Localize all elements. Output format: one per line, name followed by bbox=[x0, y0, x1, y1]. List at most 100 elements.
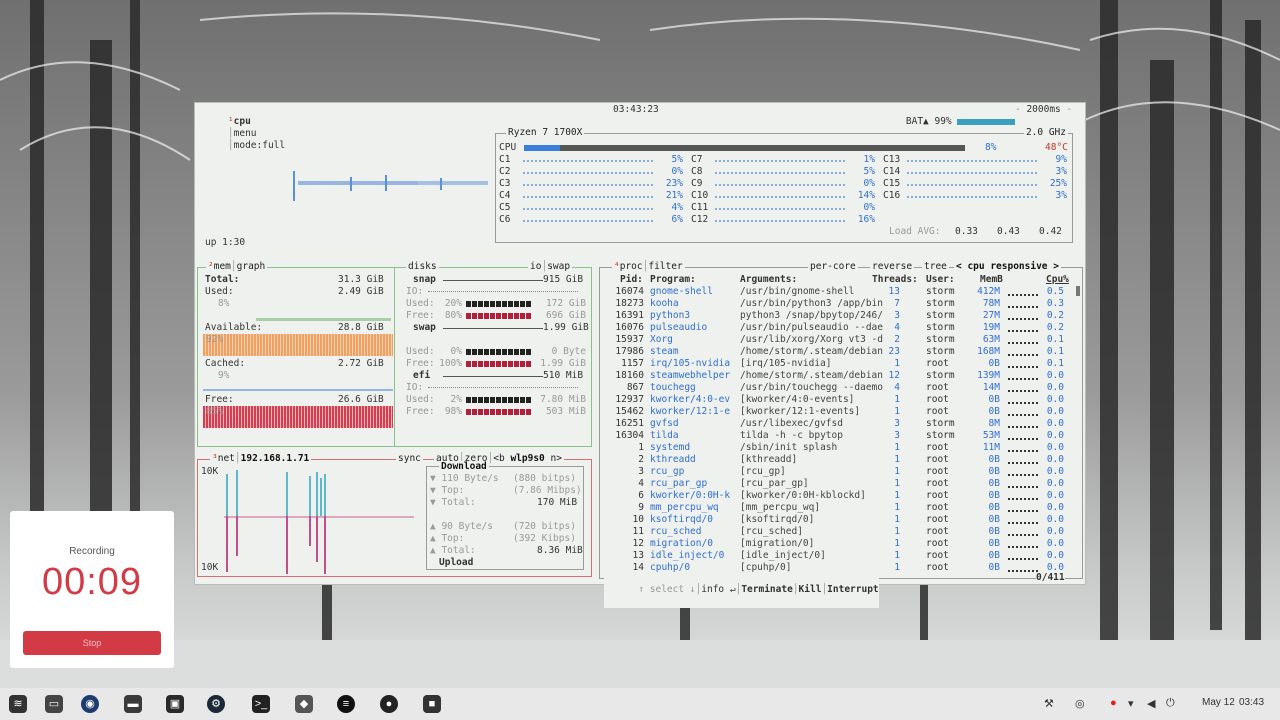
proc-user: root bbox=[926, 382, 949, 393]
proc-row[interactable]: 4 rcu_par_gp [rcu_par_gp] 1 root 0B 0.0 bbox=[600, 478, 1080, 490]
proc-row[interactable]: 18273 kooha/usr/bin/python3 /app/bin 7 stor… bbox=[600, 298, 1080, 310]
proc-interrupt-button[interactable]: Interrupt bbox=[827, 584, 878, 595]
taskbar-date[interactable]: May 12 bbox=[1202, 697, 1235, 708]
col-mem[interactable]: MemB bbox=[980, 274, 1003, 286]
proc-cpu: 0.0 bbox=[1046, 550, 1064, 561]
proc-row[interactable]: 1157 irq/105-nvidia [irq/105-nvidia] 1 root 0… bbox=[600, 358, 1080, 370]
proc-row[interactable]: 16076 pulseaudio/usr/bin/pulseaudio --dae… bbox=[600, 322, 1080, 334]
proc-row[interactable]: 13 idle_inject/0 [idle_inject/0] 1 root 0B 0.0 bbox=[600, 550, 1080, 562]
terminal-icon[interactable]: >_ bbox=[252, 695, 270, 713]
proc-args: /usr/bin/gnome-shell bbox=[740, 286, 855, 297]
proc-row[interactable]: 15462 kworker/12:1-e [kworker/12:1-events]… bbox=[600, 406, 1080, 418]
taskbar-time[interactable]: 03:43 bbox=[1239, 697, 1264, 708]
spotify-icon[interactable]: ≡ bbox=[337, 695, 355, 713]
proc-terminate-button[interactable]: Terminate bbox=[741, 584, 792, 595]
proc-kill-button[interactable]: Kill bbox=[799, 584, 822, 595]
stop-recording-button[interactable]: Stop bbox=[23, 631, 161, 655]
disks-io-toggle[interactable]: io bbox=[530, 261, 541, 272]
net-down-top: (7.86 Mibps) bbox=[513, 485, 582, 496]
firefox-icon[interactable]: ◉ bbox=[81, 695, 99, 713]
uptime: up 1:30 bbox=[205, 237, 246, 248]
video-camera-icon[interactable]: ■ bbox=[423, 695, 441, 713]
recording-indicator-icon[interactable]: ● bbox=[1110, 697, 1117, 709]
proc-info-button[interactable]: info ↵ bbox=[701, 584, 735, 595]
net-scale-bottom: 10K bbox=[201, 562, 219, 573]
proc-row[interactable]: 3 rcu_gp [rcu_gp] 1 root 0B 0.0 bbox=[600, 466, 1080, 478]
net-sync-toggle[interactable]: sync bbox=[396, 453, 423, 465]
disk-free-label: Free: bbox=[406, 310, 435, 321]
volume-icon[interactable]: ◀ bbox=[1147, 697, 1155, 710]
app-menu-icon[interactable]: ≋ bbox=[9, 695, 27, 713]
cpu-core-bar bbox=[523, 196, 653, 198]
cpu-core-bar bbox=[715, 184, 845, 186]
proc-user: storm bbox=[926, 310, 955, 321]
proc-pid: 1157 bbox=[621, 358, 644, 369]
proc-row[interactable]: 2 kthreadd [kthreadd] 1 root 0B 0.0 bbox=[600, 454, 1080, 466]
cpu-core-bar bbox=[715, 208, 845, 210]
mem-title: ²mem│graph bbox=[206, 261, 268, 273]
proc-cpu: 0.0 bbox=[1046, 418, 1064, 429]
disks-swap-toggle[interactable]: swap bbox=[547, 261, 570, 272]
net-down-rate-bits: (880 bitps) bbox=[513, 473, 576, 484]
proc-per-core-toggle[interactable]: per-core bbox=[808, 261, 858, 273]
files-icon[interactable]: ▬ bbox=[124, 695, 142, 713]
proc-mem: 0B bbox=[988, 526, 1000, 537]
store-icon[interactable]: ▣ bbox=[166, 695, 184, 713]
palette-icon[interactable]: ● bbox=[380, 695, 398, 713]
net-next-iface[interactable]: n> bbox=[551, 453, 562, 464]
proc-tree-toggle[interactable]: tree bbox=[922, 261, 949, 273]
proc-sort-selector[interactable]: < cpu responsive > bbox=[954, 261, 1061, 273]
col-args[interactable]: Arguments: bbox=[740, 274, 797, 286]
proc-count: 0/411 bbox=[1036, 572, 1065, 584]
bpytop-window[interactable]: ¹cpu │menu │mode:full 03:43:23 BAT▲ 99% … bbox=[194, 102, 1086, 608]
steam-icon[interactable]: ⚙ bbox=[207, 695, 225, 713]
proc-cpu-graph bbox=[1008, 402, 1038, 404]
proc-reverse-toggle[interactable]: reverse bbox=[870, 261, 915, 273]
proc-row[interactable]: 11 rcu_sched [rcu_sched] 1 root 0B 0.0 bbox=[600, 526, 1080, 538]
proc-threads: 2 bbox=[894, 334, 900, 345]
proc-title: ⁴proc│filter bbox=[612, 261, 685, 273]
col-user[interactable]: User: bbox=[926, 274, 955, 286]
tilda-icon[interactable]: ◆ bbox=[295, 695, 313, 713]
cpu-core-pct: 21% bbox=[665, 190, 683, 201]
mode-tab[interactable]: mode:full bbox=[234, 140, 285, 151]
menu-tab[interactable]: menu bbox=[234, 128, 257, 139]
proc-row[interactable]: 10 ksoftirqd/0 [ksoftirqd/0] 1 root 0B 0.0 bbox=[600, 514, 1080, 526]
proc-row[interactable]: 17986 steam/home/storm/.steam/debian 23 sto… bbox=[600, 346, 1080, 358]
proc-filter[interactable]: filter bbox=[648, 261, 682, 272]
proc-row[interactable]: 15937 Xorg/usr/lib/xorg/Xorg vt3 -d 2 storm… bbox=[600, 334, 1080, 346]
col-threads[interactable]: Threads: bbox=[872, 274, 918, 286]
proc-row[interactable]: 16251 gvfsd/usr/libexec/gvfsd 3 storm 8M 0.0 bbox=[600, 418, 1080, 430]
proc-row[interactable]: 16304 tilda tilda -h -c bpytop 3 storm 53M 0.0 bbox=[600, 430, 1080, 442]
proc-cpu-graph bbox=[1008, 294, 1038, 296]
net-prev-iface[interactable]: <b bbox=[493, 453, 504, 464]
col-pid[interactable]: Pid: bbox=[620, 274, 643, 286]
mem-graph-toggle[interactable]: graph bbox=[237, 261, 266, 272]
workspaces-icon[interactable]: ▭ bbox=[45, 695, 63, 713]
cpu-tab[interactable]: ¹cpu bbox=[228, 116, 251, 127]
proc-row[interactable]: 867 touchegg/usr/bin/touchegg --daemo 4 roo… bbox=[600, 382, 1080, 394]
cpu-temp: 48°C bbox=[1045, 142, 1068, 153]
gamepad-icon[interactable]: ◎ bbox=[1075, 697, 1085, 710]
proc-select-hint[interactable]: ↑ select ↓ bbox=[638, 584, 695, 595]
proc-row[interactable]: 1 systemd/sbin/init splash 1 root 11M 0.0 bbox=[600, 442, 1080, 454]
col-cpu[interactable]: Cpu% bbox=[1046, 274, 1069, 286]
proc-row[interactable]: 16391 python3 python3 /snap/bpytop/246/3st… bbox=[600, 310, 1080, 322]
proc-program: mm_percpu_wq bbox=[650, 502, 719, 513]
power-icon[interactable]: ⏻ bbox=[1166, 697, 1175, 710]
refresh-interval[interactable]: - 2000ms - bbox=[1015, 104, 1072, 116]
col-program[interactable]: Program: bbox=[650, 274, 696, 286]
proc-row[interactable]: 12937 kworker/4:0-ev [kworker/4:0-events] 1… bbox=[600, 394, 1080, 406]
proc-row[interactable]: 18160 steamwebhelper/home/storm/.steam/de… bbox=[600, 370, 1080, 382]
proc-row[interactable]: 9 mm_percpu_wq [mm_percpu_wq] 1 root 0B 0.0 bbox=[600, 502, 1080, 514]
proc-row[interactable]: 6 kworker/0:0H-k [kworker/0:0H-kblockd] 1 ro… bbox=[600, 490, 1080, 502]
tools-icon[interactable]: ⚒ bbox=[1044, 697, 1054, 710]
proc-args: /usr/libexec/gvfsd bbox=[740, 418, 843, 429]
wifi-icon[interactable]: ▾ bbox=[1128, 697, 1134, 710]
mem-total-label: Total: bbox=[205, 274, 240, 285]
proc-scrollbar[interactable] bbox=[1076, 286, 1080, 296]
proc-user: root bbox=[926, 406, 949, 417]
proc-row[interactable]: 12 migration/0 [migration/0] 1 root 0B 0.0 bbox=[600, 538, 1080, 550]
proc-row[interactable]: 16074 gnome-shell/usr/bin/gnome-shell 13 st… bbox=[600, 286, 1080, 298]
cpu-core-name: C6 bbox=[499, 214, 511, 225]
